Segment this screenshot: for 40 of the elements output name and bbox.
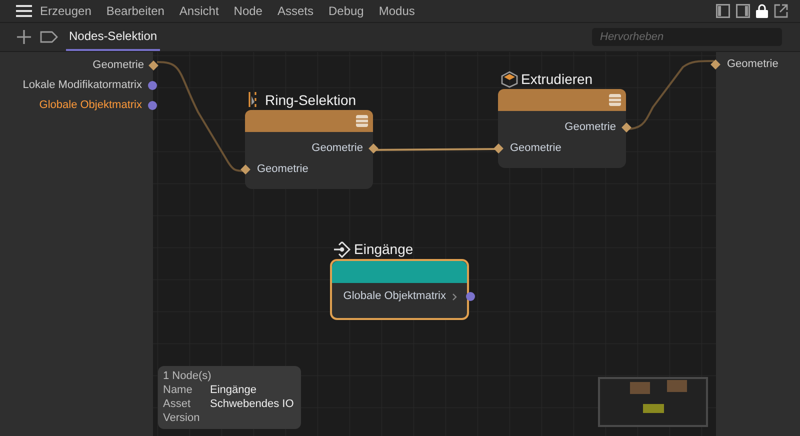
menu-item[interactable]: Debug (328, 2, 364, 20)
port-label: Lokale Modifikatormatrix (22, 78, 142, 94)
port-label: Geometrie (564, 120, 616, 136)
lock-icon[interactable] (756, 4, 768, 18)
port-label: Globale Objektmatrix (343, 289, 446, 304)
menu-item[interactable]: Ansicht (179, 2, 219, 20)
cube-icon (501, 70, 518, 88)
node-title: Ring-Selektion (265, 90, 356, 110)
node-title: Eingänge (354, 240, 414, 259)
info-value: Eingänge (210, 383, 256, 397)
menu-item[interactable]: Modus (378, 2, 415, 20)
ring-selection-icon (248, 92, 258, 108)
panel-right-icon[interactable] (736, 4, 750, 18)
info-label: Asset (163, 397, 192, 411)
menu-item[interactable]: Node (234, 2, 262, 20)
port-label: Globale Objektmatrix (39, 98, 142, 114)
port-label: Geometrie (92, 58, 144, 74)
external-link-icon[interactable] (774, 4, 788, 18)
menu-item[interactable]: Bearbeiten (106, 2, 164, 20)
info-label: Name (163, 383, 194, 397)
port-label: Geometrie (727, 57, 778, 72)
tag-icon[interactable] (40, 31, 58, 43)
port-label: Geometrie (257, 162, 308, 178)
node-card[interactable]: Geometrie Geometrie (245, 110, 373, 189)
port-label: Geometrie (510, 141, 562, 156)
menu-item[interactable]: Erzeugen (40, 2, 92, 20)
node-card[interactable]: Globale Objektmatrix (330, 259, 469, 320)
node-title: Extrudieren (521, 70, 593, 88)
add-icon[interactable] (16, 29, 32, 45)
panel-left-icon[interactable] (716, 4, 730, 18)
info-value: Schwebendes IO (210, 397, 294, 411)
node-card[interactable]: Geometrie Geometrie (498, 89, 626, 168)
chevron-right-icon (452, 292, 457, 300)
menu-item[interactable]: Assets (277, 2, 314, 20)
port-label: Geometrie (312, 141, 363, 156)
info-label: Version (163, 411, 201, 425)
info-header: 1 Node(s) (163, 369, 212, 383)
input-icon (333, 240, 351, 258)
menu-icon[interactable] (16, 5, 32, 17)
search-field[interactable]: Hervorheben (592, 28, 782, 46)
